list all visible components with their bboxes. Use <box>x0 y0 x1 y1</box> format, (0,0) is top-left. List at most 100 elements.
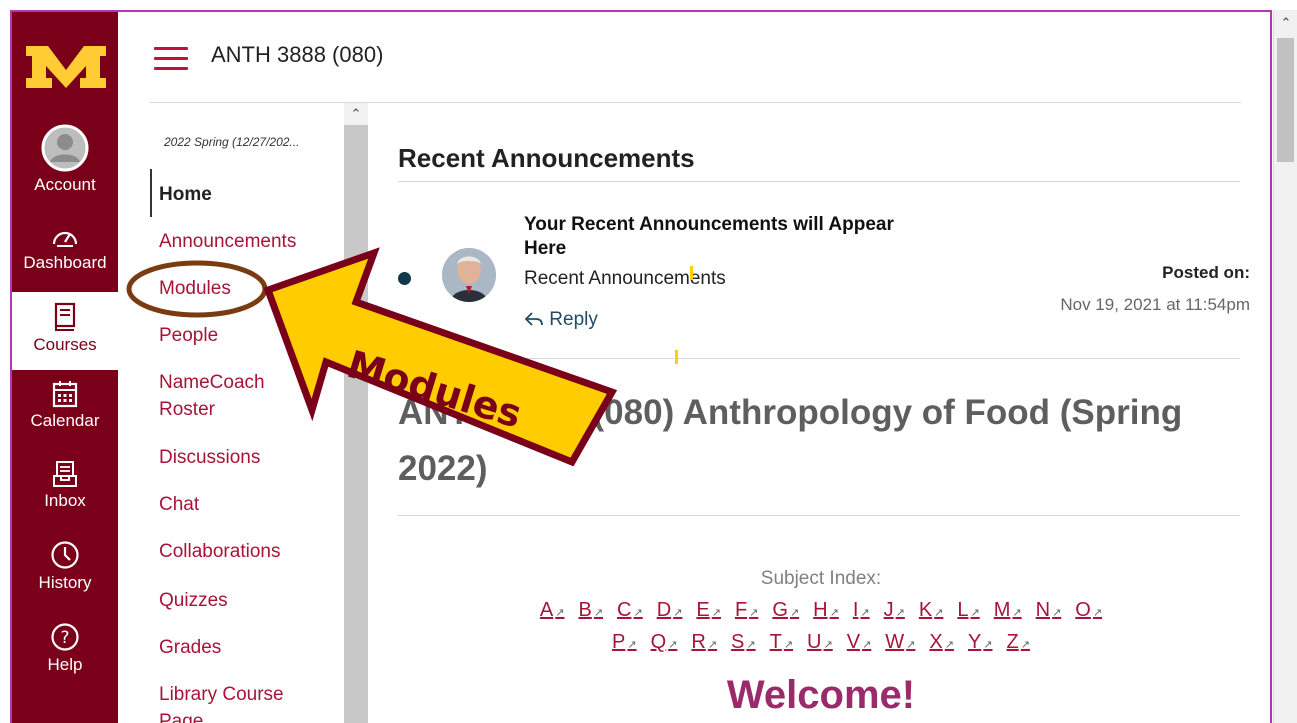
course-nav-people[interactable]: People <box>159 322 218 349</box>
reply-button[interactable]: Reply <box>524 309 598 331</box>
course-nav-grades[interactable]: Grades <box>159 634 221 661</box>
cursor-marker <box>675 350 678 364</box>
subject-letter-link[interactable]: Z ↗ <box>1007 631 1030 654</box>
global-nav-account[interactable]: Account <box>12 124 118 195</box>
course-nav-discussions[interactable]: Discussions <box>159 444 260 471</box>
divider <box>398 515 1240 516</box>
global-nav-inbox[interactable]: Inbox <box>12 460 118 511</box>
divider <box>398 181 1240 182</box>
subject-index-label: Subject Index: <box>760 568 882 589</box>
posted-on-label: Posted on: <box>1162 263 1250 282</box>
subject-letter-link[interactable]: F ↗ <box>735 599 758 622</box>
subject-letter-link[interactable]: V ↗ <box>847 631 872 654</box>
global-nav-help[interactable]: ? Help <box>12 622 118 675</box>
external-link-icon: ↗ <box>823 639 833 651</box>
global-nav-history[interactable]: History <box>12 540 118 593</box>
course-nav-collaborations[interactable]: Collaborations <box>159 538 280 565</box>
global-nav-label: History <box>38 573 92 592</box>
cursor-marker <box>690 266 693 280</box>
external-link-icon: ↗ <box>1020 639 1030 651</box>
reply-label: Reply <box>549 309 598 330</box>
subject-letter-link[interactable]: J ↗ <box>884 599 905 622</box>
subject-letter-link[interactable]: C ↗ <box>617 599 643 622</box>
external-link-icon: ↗ <box>860 607 870 619</box>
subject-letter-link[interactable]: B ↗ <box>578 599 603 622</box>
global-nav-calendar[interactable]: Calendar <box>12 380 118 431</box>
announcement-subtitle: Recent Announcements <box>524 268 726 289</box>
subject-letter-link[interactable]: D ↗ <box>657 599 683 622</box>
calendar-icon <box>52 381 78 408</box>
subject-letter-link[interactable]: H ↗ <box>813 599 839 622</box>
external-link-icon: ↗ <box>862 639 872 651</box>
subject-letter-link[interactable]: P ↗ <box>612 631 637 654</box>
page-scrollbar[interactable]: ⌃ <box>1273 10 1297 723</box>
announcement-title[interactable]: Your Recent Announcements will Appear He… <box>524 213 924 261</box>
course-nav-chat[interactable]: Chat <box>159 491 199 518</box>
external-link-icon: ↗ <box>906 639 916 651</box>
external-link-icon: ↗ <box>593 607 604 619</box>
scroll-up-arrow-icon[interactable]: ⌃ <box>344 103 368 125</box>
course-nav-namecoach-roster[interactable]: NameCoach Roster <box>159 369 265 423</box>
subject-letter-link[interactable]: K ↗ <box>919 599 944 622</box>
svg-text:?: ? <box>60 628 69 648</box>
course-nav-scrollbar[interactable]: ⌃ <box>344 103 368 723</box>
global-nav-courses[interactable]: Courses <box>12 292 118 370</box>
subject-letter-link[interactable]: A ↗ <box>540 599 565 622</box>
courses-book-icon <box>54 302 76 331</box>
scrollbar-thumb[interactable] <box>1277 38 1294 162</box>
subject-letter-link[interactable]: L ↗ <box>957 599 979 622</box>
term-label: 2022 Spring (12/27/202... <box>164 135 300 149</box>
external-link-icon: ↗ <box>934 607 944 619</box>
dashboard-gauge-icon <box>52 231 78 247</box>
global-nav-dashboard[interactable]: Dashboard <box>12 224 118 273</box>
subject-letter-link[interactable]: W ↗ <box>885 631 915 654</box>
external-link-icon: ↗ <box>673 607 683 619</box>
course-navigation: 2022 Spring (12/27/202... Home Announcem… <box>150 103 368 723</box>
subject-letter-link[interactable]: R ↗ <box>691 631 717 654</box>
external-link-icon: ↗ <box>1052 607 1062 619</box>
reply-arrow-icon <box>524 312 543 326</box>
subject-letter-link[interactable]: X ↗ <box>929 631 954 654</box>
course-menu-toggle[interactable] <box>154 46 188 72</box>
subject-letter-link[interactable]: U ↗ <box>807 631 833 654</box>
course-nav-quizzes[interactable]: Quizzes <box>159 587 228 614</box>
course-nav-modules[interactable]: Modules <box>159 275 231 302</box>
course-nav-home[interactable]: Home <box>159 181 212 208</box>
scroll-up-arrow-icon[interactable]: ⌃ <box>1274 10 1297 36</box>
external-link-icon: ↗ <box>983 639 993 651</box>
external-link-icon: ↗ <box>711 607 721 619</box>
help-question-icon: ? <box>51 623 79 651</box>
inbox-tray-icon <box>53 461 77 487</box>
global-nav-label: Courses <box>33 335 97 354</box>
course-nav-announcements[interactable]: Announcements <box>159 228 296 255</box>
external-link-icon: ↗ <box>749 607 759 619</box>
unread-dot-icon <box>398 272 411 285</box>
avatar[interactable] <box>442 248 496 302</box>
subject-letter-link[interactable]: N ↗ <box>1036 599 1062 622</box>
external-link-icon: ↗ <box>627 639 637 651</box>
global-nav-label: Dashboard <box>23 253 107 272</box>
subject-index-row: A ↗ B ↗ C ↗ D ↗ E ↗ F ↗ G ↗ H ↗ I ↗ J ↗ K ↗ L ↗ M ↗ N ↗ O ↗ <box>368 599 1270 622</box>
external-link-icon: ↗ <box>944 639 954 651</box>
subject-index-row: P ↗ Q ↗ R ↗ S ↗ T ↗ U ↗ V ↗ W ↗ X ↗ Y ↗ Z ↗ <box>368 631 1270 654</box>
account-avatar-icon <box>41 124 89 172</box>
subject-letter-link[interactable]: M ↗ <box>994 599 1022 622</box>
subject-letter-link[interactable]: O ↗ <box>1075 599 1102 622</box>
university-logo[interactable] <box>24 40 108 92</box>
subject-letter-link[interactable]: Q ↗ <box>651 631 678 654</box>
subject-letter-link[interactable]: T ↗ <box>770 631 793 654</box>
course-title[interactable]: ANTH 3888 (080) <box>211 42 383 68</box>
subject-letter-link[interactable]: I ↗ <box>853 599 870 622</box>
subject-letter-link[interactable]: G ↗ <box>772 599 799 622</box>
global-navigation: Account Dashboard Courses Calendar Inbox… <box>12 12 118 723</box>
external-link-icon: ↗ <box>970 607 980 619</box>
global-nav-label: Inbox <box>44 491 86 510</box>
global-nav-label: Calendar <box>30 411 100 430</box>
course-nav-library-course-page[interactable]: Library Course Page <box>159 681 284 723</box>
subject-letter-link[interactable]: E ↗ <box>696 599 721 622</box>
subject-letter-link[interactable]: Y ↗ <box>968 631 993 654</box>
subject-letter-link[interactable]: S ↗ <box>731 631 756 654</box>
divider <box>398 358 1240 359</box>
external-link-icon: ↗ <box>783 639 794 651</box>
external-link-icon: ↗ <box>1092 607 1103 619</box>
